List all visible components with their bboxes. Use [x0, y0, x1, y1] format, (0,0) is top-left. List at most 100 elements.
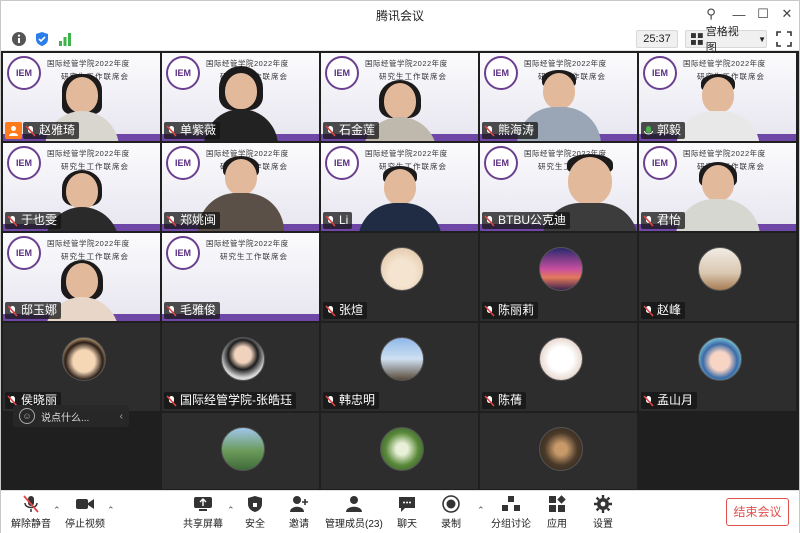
- mic-muted-icon: [325, 304, 336, 317]
- unmute-label: 解除静音: [11, 519, 51, 530]
- emoji-icon[interactable]: ☺: [19, 408, 35, 424]
- unmute-button[interactable]: 解除静音: [11, 495, 51, 531]
- chat-button[interactable]: 聊天: [397, 495, 417, 531]
- chat-quick-input[interactable]: ☺ 说点什么... ‹: [13, 405, 129, 427]
- settings-button[interactable]: 设置: [593, 495, 613, 531]
- empty-tile: [639, 413, 796, 501]
- chevron-up-icon[interactable]: ⌃: [53, 505, 61, 516]
- apps-button[interactable]: 应用: [547, 495, 567, 531]
- chevron-left-icon[interactable]: ‹: [120, 411, 123, 422]
- video-tile[interactable]: IEM国际经管学院2022年度研究生工作联席会 BTBU公克迪: [480, 143, 637, 231]
- manage-members-button[interactable]: 管理成员(23): [325, 495, 383, 531]
- participant-video: [355, 166, 445, 231]
- video-camera-icon: [75, 495, 95, 513]
- avatar-tile[interactable]: [162, 413, 319, 489]
- participant-name-tag: 陈丽莉: [482, 302, 539, 319]
- invite-label: 邀请: [289, 519, 309, 530]
- shield-icon[interactable]: [34, 31, 50, 47]
- end-meeting-button[interactable]: 结束会议: [726, 498, 789, 526]
- share-screen-button[interactable]: 共享屏幕: [183, 495, 223, 531]
- school-logo: IEM: [7, 56, 41, 90]
- slide-title: 国际经管学院2022年度: [47, 239, 130, 248]
- mic-muted-icon: [166, 124, 177, 137]
- slide-subtitle: 研究生工作联席会: [379, 72, 447, 81]
- avatar-tile[interactable]: 韩忠明: [321, 323, 478, 411]
- settings-label: 设置: [593, 519, 613, 530]
- slide-title: 国际经管学院2022年度: [683, 59, 766, 68]
- avatar-tile[interactable]: [480, 413, 637, 489]
- mic-muted-icon: [484, 214, 495, 227]
- avatar-tile[interactable]: 赵峰: [639, 233, 796, 321]
- participant-name: 韩忠明: [339, 393, 376, 407]
- record-label: 录制: [441, 519, 461, 530]
- chevron-down-icon: ▼: [758, 34, 766, 44]
- avatar-tile[interactable]: 陈丽莉: [480, 233, 637, 321]
- signal-icon[interactable]: [57, 31, 73, 47]
- chevron-up-icon[interactable]: ⌃: [477, 505, 485, 516]
- participant-name: 邸玉娜: [21, 303, 58, 317]
- mic-muted-icon: [643, 214, 654, 227]
- participant-name: Li: [339, 213, 349, 227]
- record-icon: [441, 495, 461, 513]
- participant-name: 君怡: [657, 213, 682, 227]
- members-icon: [344, 495, 364, 513]
- video-tile[interactable]: IEM国际经管学院2022年度研究生工作联席会 郑姚闽: [162, 143, 319, 231]
- shield-icon: [245, 495, 265, 513]
- mic-muted-icon: [484, 124, 495, 137]
- avatar-tile[interactable]: 国际经管学院-张皓珏: [162, 323, 319, 411]
- participant-name-tag: 国际经管学院-张皓珏: [164, 392, 296, 409]
- meeting-timer: 25:37: [636, 30, 678, 48]
- avatar-tile[interactable]: [321, 413, 478, 489]
- grid-view-dropdown[interactable]: 宫格视图 ▼: [685, 26, 767, 54]
- avatar: [698, 247, 742, 291]
- mic-muted-icon: [325, 214, 336, 227]
- record-button[interactable]: 录制: [441, 495, 461, 531]
- video-tile[interactable]: IEM 国际经管学院2022年度 研究生工作联席会 Li: [321, 143, 478, 231]
- participant-name: 陈丽莉: [498, 303, 535, 317]
- mic-muted-icon: [7, 304, 18, 317]
- meeting-toolbar: 解除静音 ⌃ 停止视频 ⌃ 共享屏幕 ⌃ 安全 邀请 管理成员(23) 聊天 录…: [1, 490, 799, 533]
- slide-title: 国际经管学院2022年度: [47, 149, 130, 158]
- mic-muted-icon: [166, 214, 177, 227]
- info-icon[interactable]: [11, 31, 27, 47]
- maximize-button[interactable]: ☐: [753, 4, 773, 24]
- participant-name-tag: Li: [323, 212, 353, 229]
- video-tile[interactable]: IEM国际经管学院2022年度研究生工作联席会 君怡: [639, 143, 796, 231]
- close-button[interactable]: ✕: [777, 4, 797, 24]
- avatar: [380, 337, 424, 381]
- security-button[interactable]: 安全: [245, 495, 265, 531]
- video-tile[interactable]: IEM 国际经管学院2022年度 研究生工作联席会 石金莲: [321, 53, 478, 141]
- pin-icon[interactable]: ⚲: [701, 4, 721, 24]
- video-tile[interactable]: IEM国际经管学院2022年度研究生工作联席会 熊海涛: [480, 53, 637, 141]
- share-screen-label: 共享屏幕: [183, 519, 223, 530]
- participant-name: 陈蒨: [498, 393, 523, 407]
- breakout-icon: [501, 495, 521, 513]
- chevron-up-icon[interactable]: ⌃: [107, 505, 115, 516]
- avatar-tile[interactable]: 孟山月: [639, 323, 796, 411]
- video-tile[interactable]: IEM国际经管学院2022年度研究生工作联席会 赵雅琦: [3, 53, 160, 141]
- participant-name-tag: BTBU公克迪: [482, 212, 571, 229]
- invite-button[interactable]: 邀请: [289, 495, 309, 531]
- participant-name-tag: 单紫薇: [164, 122, 221, 139]
- chevron-up-icon[interactable]: ⌃: [227, 505, 235, 516]
- mic-muted-icon: [643, 304, 654, 317]
- video-tile[interactable]: IEM 国际经管学院2022年度 研究生工作联席会 毛雅俊: [162, 233, 319, 321]
- participant-name-tag: 郑姚闽: [164, 212, 221, 229]
- stop-video-button[interactable]: 停止视频: [65, 495, 105, 531]
- participant-name-tag: 君怡: [641, 212, 686, 229]
- participant-name: 张煊: [339, 303, 364, 317]
- avatar-tile[interactable]: 张煊: [321, 233, 478, 321]
- video-tile[interactable]: IEM 国际经管学院2022年度 研究生工作联席会 于也雯: [3, 143, 160, 231]
- video-tile-speaking[interactable]: IEM 国际经管学院2022年度 研究生工作联席会 郭毅: [639, 53, 796, 141]
- participant-name-tag: 韩忠明: [323, 392, 380, 409]
- video-tile[interactable]: IEM 国际经管学院2022年度 研究生工作联席会 邸玉娜: [3, 233, 160, 321]
- participant-name-tag: 张煊: [323, 302, 368, 319]
- breakout-rooms-button[interactable]: 分组讨论: [491, 495, 531, 531]
- video-tile[interactable]: IEM国际经管学院2022年度研究生工作联席会 单紫薇: [162, 53, 319, 141]
- avatar-tile[interactable]: 陈蒨: [480, 323, 637, 411]
- mic-muted-icon: [325, 394, 336, 407]
- avatar-tile[interactable]: 侯晓丽: [3, 323, 160, 411]
- school-logo: IEM: [7, 146, 41, 180]
- fullscreen-icon[interactable]: [776, 31, 792, 47]
- minimize-button[interactable]: —: [729, 4, 749, 24]
